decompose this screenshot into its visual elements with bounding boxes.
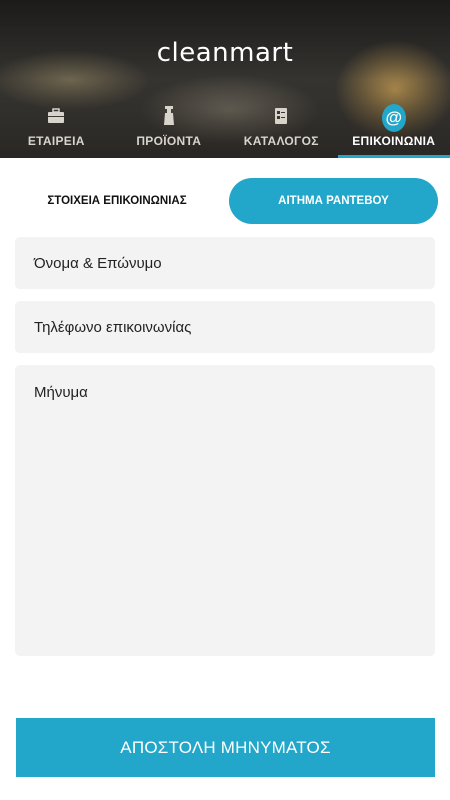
header-banner: cleanmart ΕΤΑΙΡΕΙΑ ΠΡΟΪΟΝΤΑ ΚΑΤΑΛΟΓΟΣ @ … [0,0,450,158]
app-logo: cleanmart [156,38,294,68]
catalog-icon [269,104,293,128]
tab-contact[interactable]: @ ΕΠΙΚΟΙΝΩΝΙΑ [337,100,450,158]
segmented-control: ΣΤΟΙΧΕΙΑ ΕΠΙΚΟΙΝΩΝΙΑΣ ΑΙΤΗΜΑ ΡΑΝΤΕΒΟΥ [0,178,450,224]
segment-appointment-request[interactable]: ΑΙΤΗΜΑ ΡΑΝΤΕΒΟΥ [229,178,438,224]
at-sign-icon: @ [381,104,406,132]
tab-products-label: ΠΡΟΪΟΝΤΑ [136,134,202,148]
spray-bottle-icon [157,104,181,128]
briefcase-icon [44,104,68,128]
segment-contact-info[interactable]: ΣΤΟΙΧΕΙΑ ΕΠΙΚΟΙΝΩΝΙΑΣ [14,178,220,224]
tab-catalog-label: ΚΑΤΑΛΟΓΟΣ [243,134,319,148]
message-field[interactable]: Μήνυμα [15,365,435,656]
send-message-button[interactable]: ΑΠΟΣΤΟΛΗ ΜΗΝΥΜΑΤΟΣ [16,718,435,777]
name-field[interactable]: Όνομα & Επώνυμο [15,237,435,289]
tab-contact-label: ΕΠΙΚΟΙΝΩΝΙΑ [352,134,436,148]
tab-catalog[interactable]: ΚΑΤΑΛΟΓΟΣ [225,100,338,158]
tab-products[interactable]: ΠΡΟΪΟΝΤΑ [113,100,226,158]
tab-company-label: ΕΤΑΙΡΕΙΑ [27,134,85,148]
tab-company[interactable]: ΕΤΑΙΡΕΙΑ [0,100,113,158]
tab-bar: ΕΤΑΙΡΕΙΑ ΠΡΟΪΟΝΤΑ ΚΑΤΑΛΟΓΟΣ @ ΕΠΙΚΟΙΝΩΝΙ… [0,100,450,158]
at-sign-glyph: @ [381,104,406,132]
phone-field[interactable]: Τηλέφωνο επικοινωνίας [15,301,435,353]
